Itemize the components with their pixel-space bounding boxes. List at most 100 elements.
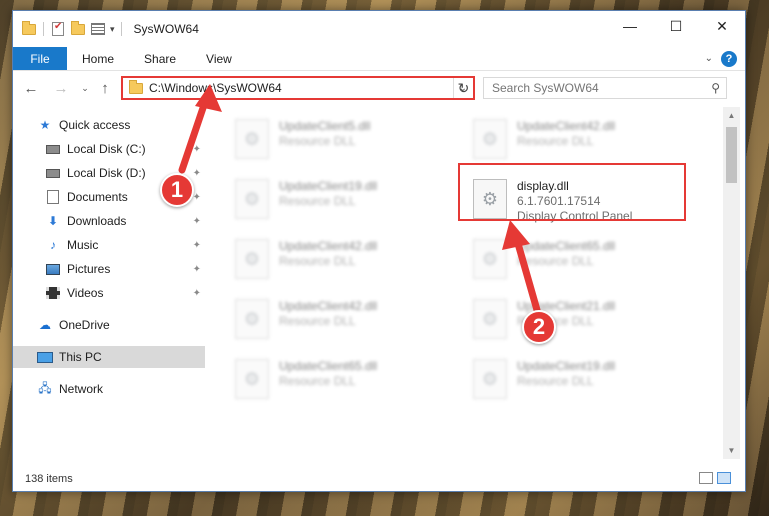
file-item[interactable]: ⚙ UpdateClient42.dll Resource DLL (235, 295, 457, 353)
sidebar-item-videos[interactable]: Videos ✦ (45, 282, 205, 304)
sidebar-item-pictures[interactable]: Pictures ✦ (45, 258, 205, 280)
pin-icon[interactable]: ✦ (193, 264, 201, 275)
dll-file-icon: ⚙ (473, 299, 507, 339)
file-item[interactable]: ⚙ UpdateClient5.dll Resource DLL (235, 115, 457, 173)
file-description: Resource DLL (517, 374, 594, 388)
new-folder-icon[interactable] (70, 20, 86, 37)
network-icon: 🖧 (38, 380, 52, 395)
sidebar-item-label: Videos (67, 286, 104, 300)
forward-arrow-icon[interactable]: → (51, 78, 71, 98)
dll-file-icon: ⚙ (235, 239, 269, 279)
ribbon-tabs: File Home Share View ⌄ ? (13, 47, 745, 71)
refresh-icon[interactable]: ↻ (453, 78, 473, 98)
file-description: Resource DLL (517, 134, 594, 148)
properties-check-icon[interactable] (50, 21, 66, 37)
file-name: UpdateClient19.dll (279, 179, 378, 193)
sidebar-item-this-pc[interactable]: This PC (13, 346, 205, 368)
file-item[interactable]: ⚙ UpdateClient65.dll Resource DLL (473, 235, 695, 293)
step-badge-1: 1 (160, 173, 194, 207)
videos-icon (45, 285, 61, 301)
file-description: Resource DLL (517, 254, 594, 268)
sidebar-item-local-disk-c[interactable]: Local Disk (C:) ✦ (45, 138, 205, 160)
recent-locations-chevron-icon[interactable]: ⌄ (75, 78, 95, 98)
display-dll-highlight-box (458, 163, 686, 221)
scroll-thumb[interactable] (726, 127, 737, 183)
tab-share[interactable]: Share (129, 47, 191, 70)
sidebar-item-quick-access[interactable]: ★ Quick access (37, 114, 205, 136)
tab-file[interactable]: File (13, 47, 67, 70)
customize-toolbar-chevron-icon[interactable]: ▾ (110, 24, 115, 35)
file-item[interactable]: ⚙ UpdateClient65.dll Resource DLL (235, 355, 457, 413)
file-name: UpdateClient42.dll (279, 239, 378, 253)
scroll-up-icon[interactable]: ▲ (723, 107, 740, 124)
item-count: 138 items (25, 473, 73, 485)
address-row: ← → ⌄ ↑ C:\Windows\SysWOW64 ⌄ ↻ ⚲ (13, 73, 745, 103)
ribbon-right: ⌄ ? (705, 47, 745, 70)
dll-file-icon: ⚙ (235, 179, 269, 219)
pin-icon[interactable]: ✦ (193, 144, 201, 155)
disk-icon (45, 165, 61, 181)
search-box[interactable]: ⚲ (483, 77, 727, 99)
large-icons-view-icon[interactable] (717, 472, 731, 484)
status-bar: 138 items (13, 467, 745, 491)
tab-home[interactable]: Home (67, 47, 129, 70)
pin-icon[interactable]: ✦ (193, 168, 201, 179)
file-item[interactable]: ⚙ UpdateClient21.dll Resource DLL (473, 295, 695, 353)
pin-icon[interactable]: ✦ (193, 216, 201, 227)
disk-icon (45, 141, 61, 157)
search-input[interactable] (492, 81, 702, 95)
expand-ribbon-chevron-icon[interactable]: ⌄ (705, 53, 713, 64)
pictures-icon (45, 261, 61, 277)
file-name: UpdateClient5.dll (279, 119, 371, 133)
star-icon: ★ (39, 118, 51, 132)
search-icon[interactable]: ⚲ (711, 81, 720, 95)
sidebar-item-music[interactable]: ♪ Music ✦ (45, 234, 205, 256)
window-controls: — ☐ ✕ (607, 11, 745, 41)
pin-icon[interactable]: ✦ (193, 240, 201, 251)
sidebar-item-label: Quick access (59, 118, 131, 132)
this-pc-icon (37, 349, 53, 365)
help-icon[interactable]: ? (721, 50, 737, 67)
file-list: ⚙ UpdateClient5.dll Resource DLL ⚙ Updat… (209, 107, 721, 459)
title-bar: ▾ SysWOW64 — ☐ ✕ (13, 11, 745, 47)
sidebar-item-network[interactable]: 🖧 Network (37, 378, 205, 400)
pin-icon[interactable]: ✦ (193, 288, 201, 299)
sidebar-item-onedrive[interactable]: ☁ OneDrive (37, 314, 205, 336)
sidebar-item-label: Documents (67, 190, 128, 204)
view-switcher (699, 472, 731, 484)
folder-icon (129, 79, 143, 94)
sidebar-item-downloads[interactable]: ⬇ Downloads ✦ (45, 210, 205, 232)
close-button[interactable]: ✕ (699, 11, 745, 41)
properties-icon[interactable] (90, 21, 106, 37)
quick-access-toolbar: ▾ (21, 20, 124, 37)
address-bar[interactable]: C:\Windows\SysWOW64 ⌄ (121, 76, 475, 100)
up-arrow-icon[interactable]: ↑ (95, 78, 115, 98)
tab-view[interactable]: View (191, 47, 247, 70)
toolbar-divider (43, 22, 44, 36)
file-item[interactable]: ⚙ UpdateClient19.dll Resource DLL (473, 355, 695, 413)
minimize-button[interactable]: — (607, 11, 653, 41)
file-name: UpdateClient42.dll (279, 299, 378, 313)
address-path[interactable]: C:\Windows\SysWOW64 (149, 81, 282, 95)
window-title: SysWOW64 (133, 22, 199, 36)
scroll-down-icon[interactable]: ▼ (723, 442, 740, 459)
pin-icon[interactable]: ✦ (193, 192, 201, 203)
sidebar-item-label: Network (59, 382, 104, 396)
folder-icon[interactable] (21, 20, 37, 37)
file-item[interactable]: ⚙ UpdateClient42.dll Resource DLL (235, 235, 457, 293)
dll-file-icon: ⚙ (235, 359, 269, 399)
vertical-scrollbar[interactable]: ▲ ▼ (723, 107, 740, 459)
details-view-icon[interactable] (699, 472, 713, 484)
dll-file-icon: ⚙ (235, 299, 269, 339)
file-description: Resource DLL (279, 254, 356, 268)
file-description: Resource DLL (279, 314, 356, 328)
file-name: UpdateClient19.dll (517, 359, 616, 373)
step-badge-2: 2 (522, 310, 556, 344)
downloads-icon: ⬇ (47, 214, 59, 228)
back-arrow-icon[interactable]: ← (21, 78, 41, 98)
sidebar-item-label: Downloads (67, 214, 127, 228)
onedrive-icon: ☁ (39, 318, 51, 332)
maximize-button[interactable]: ☐ (653, 11, 699, 41)
dll-file-icon: ⚙ (473, 119, 507, 159)
file-item[interactable]: ⚙ UpdateClient19.dll Resource DLL (235, 175, 457, 233)
